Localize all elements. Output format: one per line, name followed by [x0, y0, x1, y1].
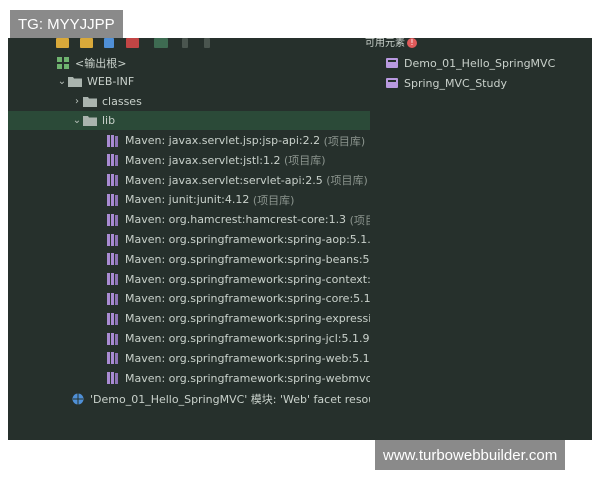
- move-up-icon[interactable]: [182, 38, 188, 48]
- tree-item-library[interactable]: Maven: org.springframework:spring-contex…: [8, 270, 370, 289]
- module-icon: [385, 77, 399, 89]
- library-icon: [106, 273, 120, 286]
- tree-item-library[interactable]: Maven: org.springframework:spring-webmvc…: [8, 369, 370, 388]
- library-label: Maven: junit:junit:4.12: [125, 193, 250, 207]
- library-label: Maven: org.springframework:spring-beans:…: [125, 252, 370, 266]
- web-facet-icon: [71, 393, 85, 405]
- toolbar: 可用元素!: [8, 38, 592, 52]
- library-icon: [106, 253, 120, 266]
- library-icon: [106, 213, 120, 226]
- library-icon: [106, 193, 120, 206]
- tree-item-library[interactable]: Maven: org.springframework:spring-beans:…: [8, 250, 370, 269]
- library-scope: (项目库): [349, 213, 370, 227]
- tree-item-label: WEB-INF: [87, 75, 135, 88]
- available-elements-title: 可用元素!: [365, 38, 417, 49]
- library-label: Maven: org.springframework:spring-core:5…: [125, 292, 370, 306]
- tree-item-library[interactable]: Maven: org.springframework:spring-aop:5.…: [8, 230, 370, 249]
- warning-icon: !: [407, 38, 417, 48]
- archive-add-icon[interactable]: [80, 38, 93, 48]
- library-label: Maven: org.springframework:spring-expres…: [125, 312, 370, 326]
- tree-item-lib[interactable]: ⌄ lib: [8, 111, 370, 130]
- library-label: Maven: org.springframework:spring-jcl:5.…: [125, 332, 370, 345]
- module-item-study[interactable]: Spring_MVC_Study: [385, 74, 507, 92]
- library-icon: [106, 154, 120, 167]
- library-icon: [106, 352, 120, 365]
- folder-icon: [68, 76, 82, 88]
- chevron-down-icon[interactable]: ⌄: [71, 115, 83, 126]
- tree-item-library[interactable]: Maven: org.springframework:spring-expres…: [8, 309, 370, 328]
- watermark-bottom: www.turbowebbuilder.com: [375, 440, 566, 470]
- tree-item-library[interactable]: Maven: org.springframework:spring-web:5.…: [8, 349, 370, 368]
- library-label: Maven: org.springframework:spring-webmvc…: [125, 371, 370, 385]
- tree-item-library[interactable]: Maven: javax.servlet:servlet-api:2.5 (项目…: [8, 171, 370, 190]
- tree-item-web-facet[interactable]: 'Demo_01_Hello_SpringMVC' 模块: 'Web' face…: [8, 389, 370, 408]
- library-label: Maven: org.springframework:spring-web:5.…: [125, 351, 370, 365]
- tree-item-label: lib: [102, 114, 116, 127]
- remove-icon[interactable]: [126, 38, 139, 48]
- tree-item-library[interactable]: Maven: junit:junit:4.12 (项目库): [8, 190, 370, 209]
- folder-add-icon[interactable]: [56, 38, 69, 48]
- library-icon: [106, 372, 120, 385]
- tree-item-classes[interactable]: › classes: [8, 92, 370, 111]
- output-root-icon: [56, 56, 70, 69]
- library-label: Maven: javax.servlet:servlet-api:2.5: [125, 173, 323, 187]
- tree-item-output-root[interactable]: <输出根>: [8, 53, 370, 72]
- tree-item-library[interactable]: Maven: javax.servlet:jstl:1.2 (项目库): [8, 151, 370, 170]
- tree-item-label: classes: [102, 95, 142, 108]
- module-item-demo[interactable]: Demo_01_Hello_SpringMVC: [385, 54, 555, 72]
- library-icon: [106, 134, 120, 147]
- library-label: Maven: javax.servlet:jstl:1.2: [125, 153, 281, 167]
- sort-icon[interactable]: [154, 38, 168, 48]
- library-scope: (项目库): [252, 193, 295, 207]
- library-icon: [106, 292, 120, 305]
- library-scope: (项目库): [323, 134, 366, 148]
- add-icon[interactable]: [104, 38, 114, 48]
- library-icon: [106, 174, 120, 187]
- library-icon: [106, 312, 120, 325]
- library-icon: [106, 233, 120, 246]
- library-label: Maven: org.springframework:spring-contex…: [125, 272, 370, 286]
- output-layout-tree: <输出根> ⌄ WEB-INF › classes ⌄ lib Maven: j…: [8, 52, 370, 440]
- ide-panel: 可用元素! <输出根> ⌄ WEB-INF › classes ⌄ lib Ma…: [8, 38, 592, 440]
- move-down-icon[interactable]: [204, 38, 210, 48]
- library-icon: [106, 332, 120, 345]
- module-icon: [385, 57, 399, 69]
- chevron-down-icon[interactable]: ⌄: [56, 76, 68, 87]
- library-label: Maven: org.springframework:spring-aop:5.…: [125, 233, 370, 246]
- module-label: Demo_01_Hello_SpringMVC: [404, 56, 556, 70]
- watermark-top: TG: MYYJJPP: [10, 10, 123, 38]
- module-label: Spring_MVC_Study: [404, 76, 507, 90]
- tree-item-library[interactable]: Maven: org.springframework:spring-jcl:5.…: [8, 329, 370, 348]
- tree-item-library[interactable]: Maven: org.hamcrest:hamcrest-core:1.3 (项…: [8, 210, 370, 229]
- chevron-right-icon[interactable]: ›: [71, 96, 83, 107]
- folder-icon: [83, 115, 97, 127]
- tree-item-library[interactable]: Maven: javax.servlet.jsp:jsp-api:2.2 (项目…: [8, 131, 370, 150]
- library-scope: (项目库): [283, 154, 326, 168]
- tree-item-web-inf[interactable]: ⌄ WEB-INF: [8, 72, 370, 91]
- library-label: Maven: javax.servlet.jsp:jsp-api:2.2: [125, 134, 321, 147]
- library-scope: (项目库): [326, 174, 368, 188]
- tree-item-label: <输出根>: [75, 56, 127, 70]
- library-label: Maven: org.hamcrest:hamcrest-core:1.3: [125, 213, 347, 227]
- folder-icon: [83, 96, 97, 108]
- tree-item-library[interactable]: Maven: org.springframework:spring-core:5…: [8, 289, 370, 308]
- tree-item-label: 'Demo_01_Hello_SpringMVC' 模块: 'Web' face…: [90, 392, 370, 406]
